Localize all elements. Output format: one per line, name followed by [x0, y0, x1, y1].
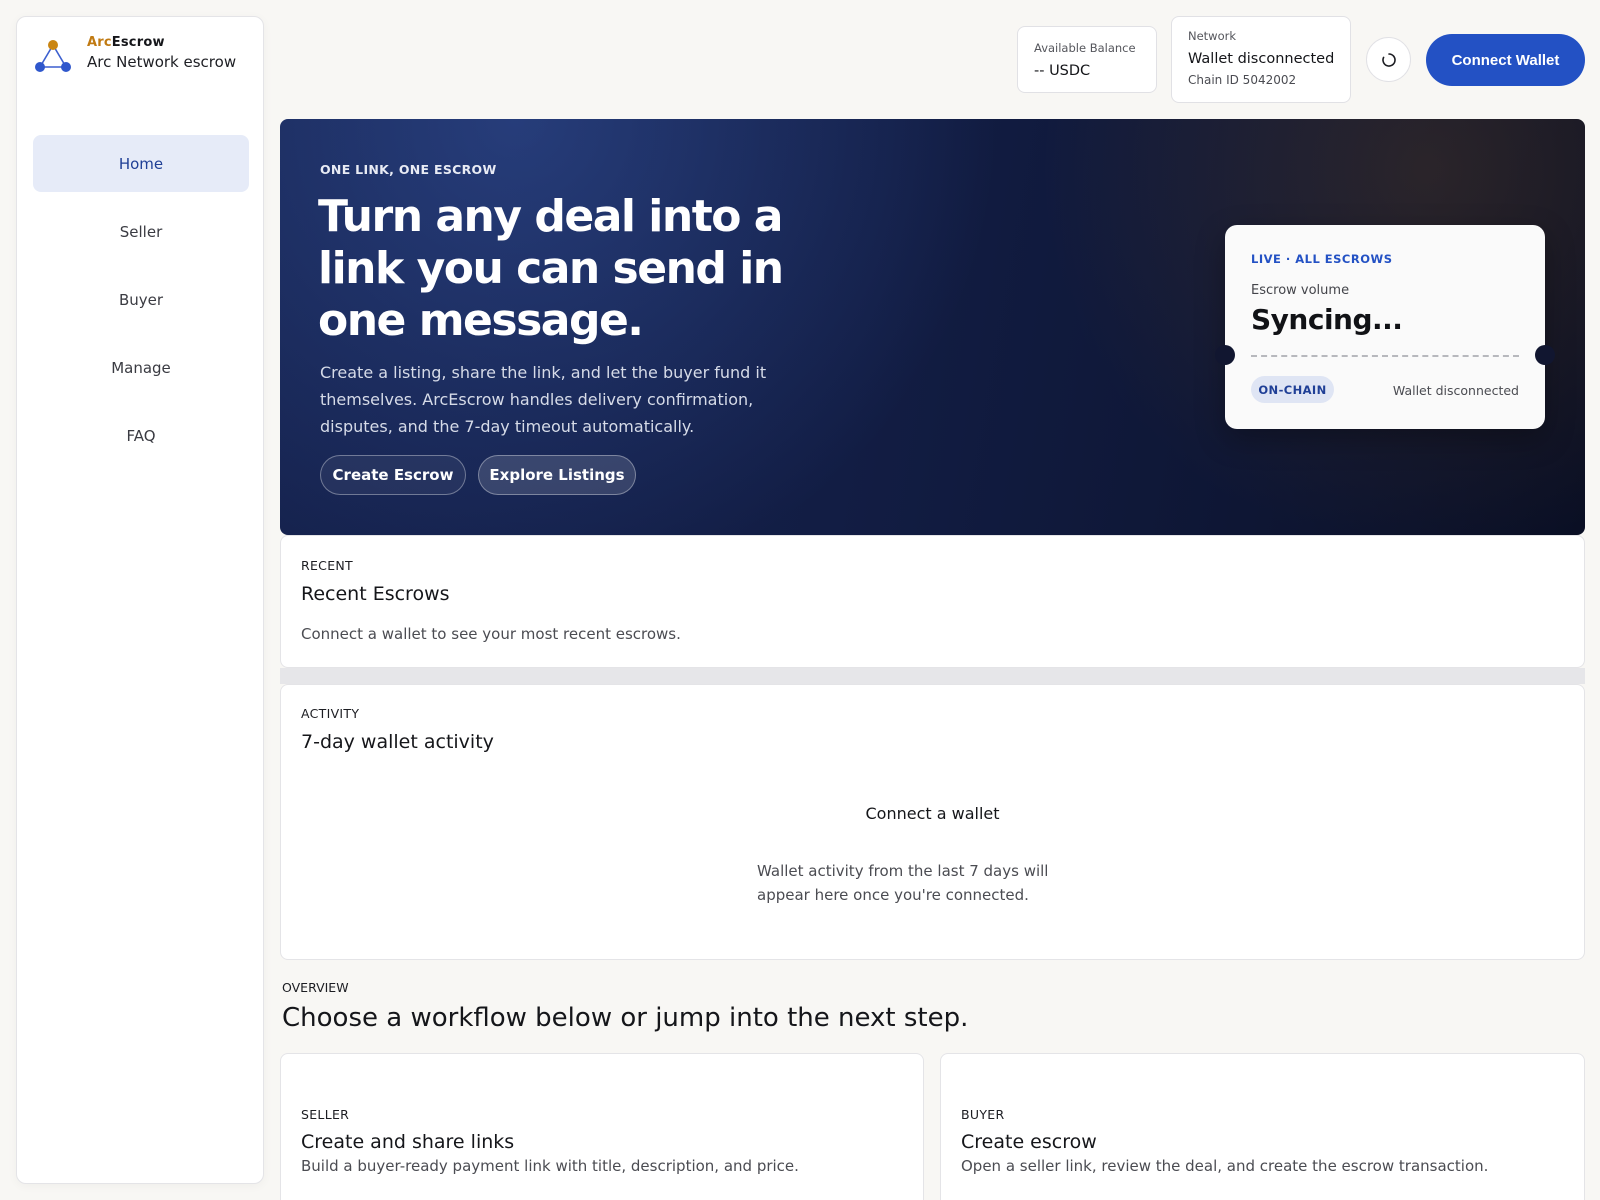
balance-box: Available Balance -- USDC	[1017, 26, 1157, 93]
network-box: Network Wallet disconnected Chain ID 504…	[1171, 16, 1351, 103]
seller-desc: Build a buyer-ready payment link with ti…	[301, 1157, 799, 1175]
chain-id: Chain ID 5042002	[1188, 73, 1297, 87]
section-divider	[280, 668, 1585, 684]
sidebar-item-manage[interactable]: Manage	[33, 339, 249, 396]
seller-workflow-card[interactable]: SELLER Create and share links Build a bu…	[280, 1053, 924, 1200]
brand-text: ArcEscrow Arc Network escrow	[87, 35, 236, 71]
explore-listings-button[interactable]: Explore Listings	[478, 455, 636, 495]
ticket-notch-left	[1215, 345, 1235, 365]
sidebar: ArcEscrow Arc Network escrow Home Seller…	[16, 16, 264, 1184]
connect-wallet-button[interactable]: Connect Wallet	[1426, 34, 1585, 86]
brand-name: ArcEscrow	[87, 35, 236, 50]
sidebar-nav: Home Seller Buyer Manage FAQ	[33, 135, 249, 475]
brand-name-escrow: Escrow	[111, 35, 165, 50]
live-eyebrow: LIVE · ALL ESCROWS	[1251, 252, 1393, 266]
overview-eyebrow: OVERVIEW	[282, 980, 349, 995]
live-wallet-status: Wallet disconnected	[1392, 383, 1519, 398]
sidebar-item-home[interactable]: Home	[33, 135, 249, 192]
hero-description: Create a listing, share the link, and le…	[320, 363, 767, 436]
hero-eyebrow: ONE LINK, ONE ESCROW	[320, 162, 497, 177]
refresh-icon	[1381, 52, 1396, 67]
escrow-volume-value: Syncing...	[1251, 303, 1403, 336]
activity-empty-desc: Wallet activity from the last 7 days wil…	[757, 862, 1049, 904]
activity-title: 7-day wallet activity	[301, 731, 494, 753]
overview-title: Choose a workflow below or jump into the…	[282, 1003, 969, 1033]
buyer-workflow-card[interactable]: BUYER Create escrow Open a seller link, …	[940, 1053, 1585, 1200]
network-triangle-icon	[35, 40, 71, 72]
balance-value: -- USDC	[1034, 63, 1091, 79]
escrow-volume-label: Escrow volume	[1251, 283, 1350, 298]
activity-card: ACTIVITY 7-day wallet activity Connect a…	[280, 684, 1585, 960]
refresh-button[interactable]	[1366, 37, 1411, 82]
sidebar-item-buyer[interactable]: Buyer	[33, 271, 249, 328]
create-escrow-button[interactable]: Create Escrow	[320, 455, 466, 495]
seller-eyebrow: SELLER	[301, 1107, 350, 1122]
activity-eyebrow: ACTIVITY	[301, 706, 360, 721]
buyer-eyebrow: BUYER	[961, 1107, 1005, 1122]
recent-escrows-card: RECENT Recent Escrows Connect a wallet t…	[280, 535, 1585, 668]
brand-subtitle: Arc Network escrow	[87, 53, 237, 71]
ticket-notch-right	[1535, 345, 1555, 365]
activity-empty-title: Connect a wallet	[865, 804, 1000, 823]
hero-title: Turn any deal into a link you can send i…	[318, 191, 784, 346]
sidebar-item-seller[interactable]: Seller	[33, 203, 249, 260]
ticket-divider	[1251, 355, 1519, 357]
balance-label: Available Balance	[1034, 41, 1136, 55]
on-chain-badge: ON-CHAIN	[1251, 376, 1334, 403]
seller-title: Create and share links	[301, 1131, 515, 1153]
recent-title: Recent Escrows	[301, 583, 450, 605]
network-value: Wallet disconnected	[1188, 51, 1335, 67]
brand-name-arc: Arc	[87, 35, 112, 50]
network-label: Network	[1188, 29, 1237, 43]
buyer-desc: Open a seller link, review the deal, and…	[961, 1157, 1489, 1175]
buyer-title: Create escrow	[961, 1131, 1097, 1153]
sidebar-item-faq[interactable]: FAQ	[33, 407, 249, 464]
hero-banner: ONE LINK, ONE ESCROW Turn any deal into …	[280, 119, 1585, 535]
recent-eyebrow: RECENT	[301, 558, 353, 573]
recent-body: Connect a wallet to see your most recent…	[301, 625, 681, 643]
brand[interactable]: ArcEscrow Arc Network escrow	[33, 35, 236, 77]
live-escrow-card: LIVE · ALL ESCROWS Escrow volume Syncing…	[1215, 225, 1555, 429]
